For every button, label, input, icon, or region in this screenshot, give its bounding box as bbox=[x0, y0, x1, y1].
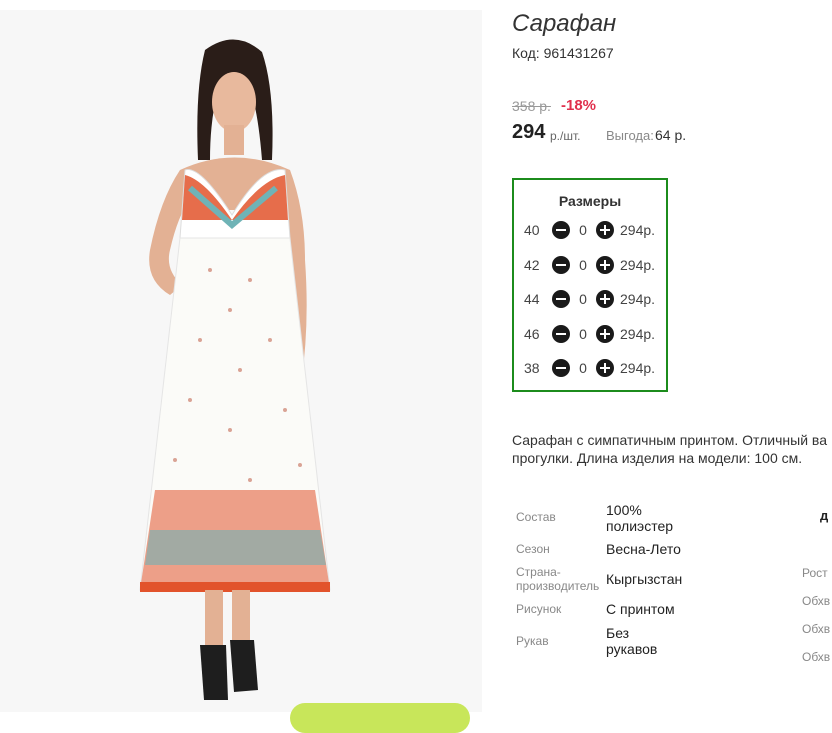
discount-badge: -18% bbox=[561, 97, 597, 114]
quantity-value: 0 bbox=[579, 326, 587, 342]
measure-label-height: Рост bbox=[802, 566, 828, 580]
description-line: прогулки. Длина изделия на модели: 100 с… bbox=[512, 450, 803, 466]
attr-label-pattern: Рисунок bbox=[516, 602, 562, 616]
saving-label: Выгода: bbox=[606, 128, 654, 143]
decrease-qty-button[interactable] bbox=[552, 325, 570, 343]
increase-qty-button[interactable] bbox=[596, 325, 614, 343]
decrease-qty-button[interactable] bbox=[552, 359, 570, 377]
measure-label: Обхв bbox=[802, 650, 831, 664]
increase-qty-button[interactable] bbox=[596, 359, 614, 377]
quantity-value: 0 bbox=[579, 291, 587, 307]
add-to-cart-button[interactable] bbox=[290, 703, 470, 733]
size-label: 42 bbox=[524, 257, 540, 273]
attr-value-sleeve: Без рукавов bbox=[606, 625, 657, 657]
size-label: 44 bbox=[524, 291, 540, 307]
size-label: 40 bbox=[524, 222, 540, 238]
attr-label-line: производитель bbox=[516, 579, 600, 593]
attr-label-country: Страна- производитель bbox=[516, 565, 599, 593]
right-column-header: д bbox=[820, 508, 829, 523]
sizes-panel: Размеры 40 0 294р. 42 0 294р. 44 0 294р.… bbox=[512, 178, 668, 392]
attr-value-line: рукавов bbox=[606, 641, 658, 657]
size-price: 294р. bbox=[620, 360, 656, 376]
attr-value-pattern: С принтом bbox=[606, 601, 675, 617]
product-title: Сарафан bbox=[512, 10, 617, 37]
attr-value-line: Без bbox=[606, 625, 630, 641]
size-price: 294р. bbox=[620, 257, 656, 273]
attr-value-line: полиэстер bbox=[606, 518, 674, 534]
increase-qty-button[interactable] bbox=[596, 290, 614, 308]
quantity-value: 0 bbox=[579, 257, 587, 273]
size-label: 38 bbox=[524, 360, 540, 376]
product-photo[interactable] bbox=[0, 10, 482, 712]
measure-label: Обхв bbox=[802, 622, 831, 636]
increase-qty-button[interactable] bbox=[596, 221, 614, 239]
description-line: Сарафан с симпатичным принтом. Отличный … bbox=[512, 432, 827, 448]
attr-label-composition: Состав bbox=[516, 510, 556, 524]
price-unit: р./шт. bbox=[550, 129, 581, 143]
decrease-qty-button[interactable] bbox=[552, 290, 570, 308]
quantity-value: 0 bbox=[579, 222, 587, 238]
attr-label-season: Сезон bbox=[516, 542, 550, 556]
current-price: 294 bbox=[512, 121, 546, 143]
size-price: 294р. bbox=[620, 326, 656, 342]
attr-value-line: 100% bbox=[606, 502, 642, 518]
attr-value-season: Весна-Лето bbox=[606, 541, 681, 557]
decrease-qty-button[interactable] bbox=[552, 221, 570, 239]
quantity-value: 0 bbox=[579, 360, 587, 376]
sizes-title: Размеры bbox=[558, 193, 622, 209]
model-in-sundress-image bbox=[0, 10, 482, 712]
measure-label: Обхв bbox=[802, 594, 831, 608]
saving-value: 64 р. bbox=[655, 127, 687, 143]
increase-qty-button[interactable] bbox=[596, 256, 614, 274]
decrease-qty-button[interactable] bbox=[552, 256, 570, 274]
size-price: 294р. bbox=[620, 222, 656, 238]
attr-label-sleeve: Рукав bbox=[516, 634, 549, 648]
product-description: Сарафан с симпатичным принтом. Отличный … bbox=[512, 431, 832, 467]
attr-label-line: Страна- bbox=[516, 565, 561, 579]
size-label: 46 bbox=[524, 326, 540, 342]
old-price: 358 р. bbox=[512, 98, 551, 114]
attr-value-composition: 100% полиэстер bbox=[606, 502, 673, 534]
attr-value-country: Кыргызстан bbox=[606, 571, 683, 587]
size-price: 294р. bbox=[620, 291, 656, 307]
product-code: Код: 961431267 bbox=[512, 45, 614, 61]
